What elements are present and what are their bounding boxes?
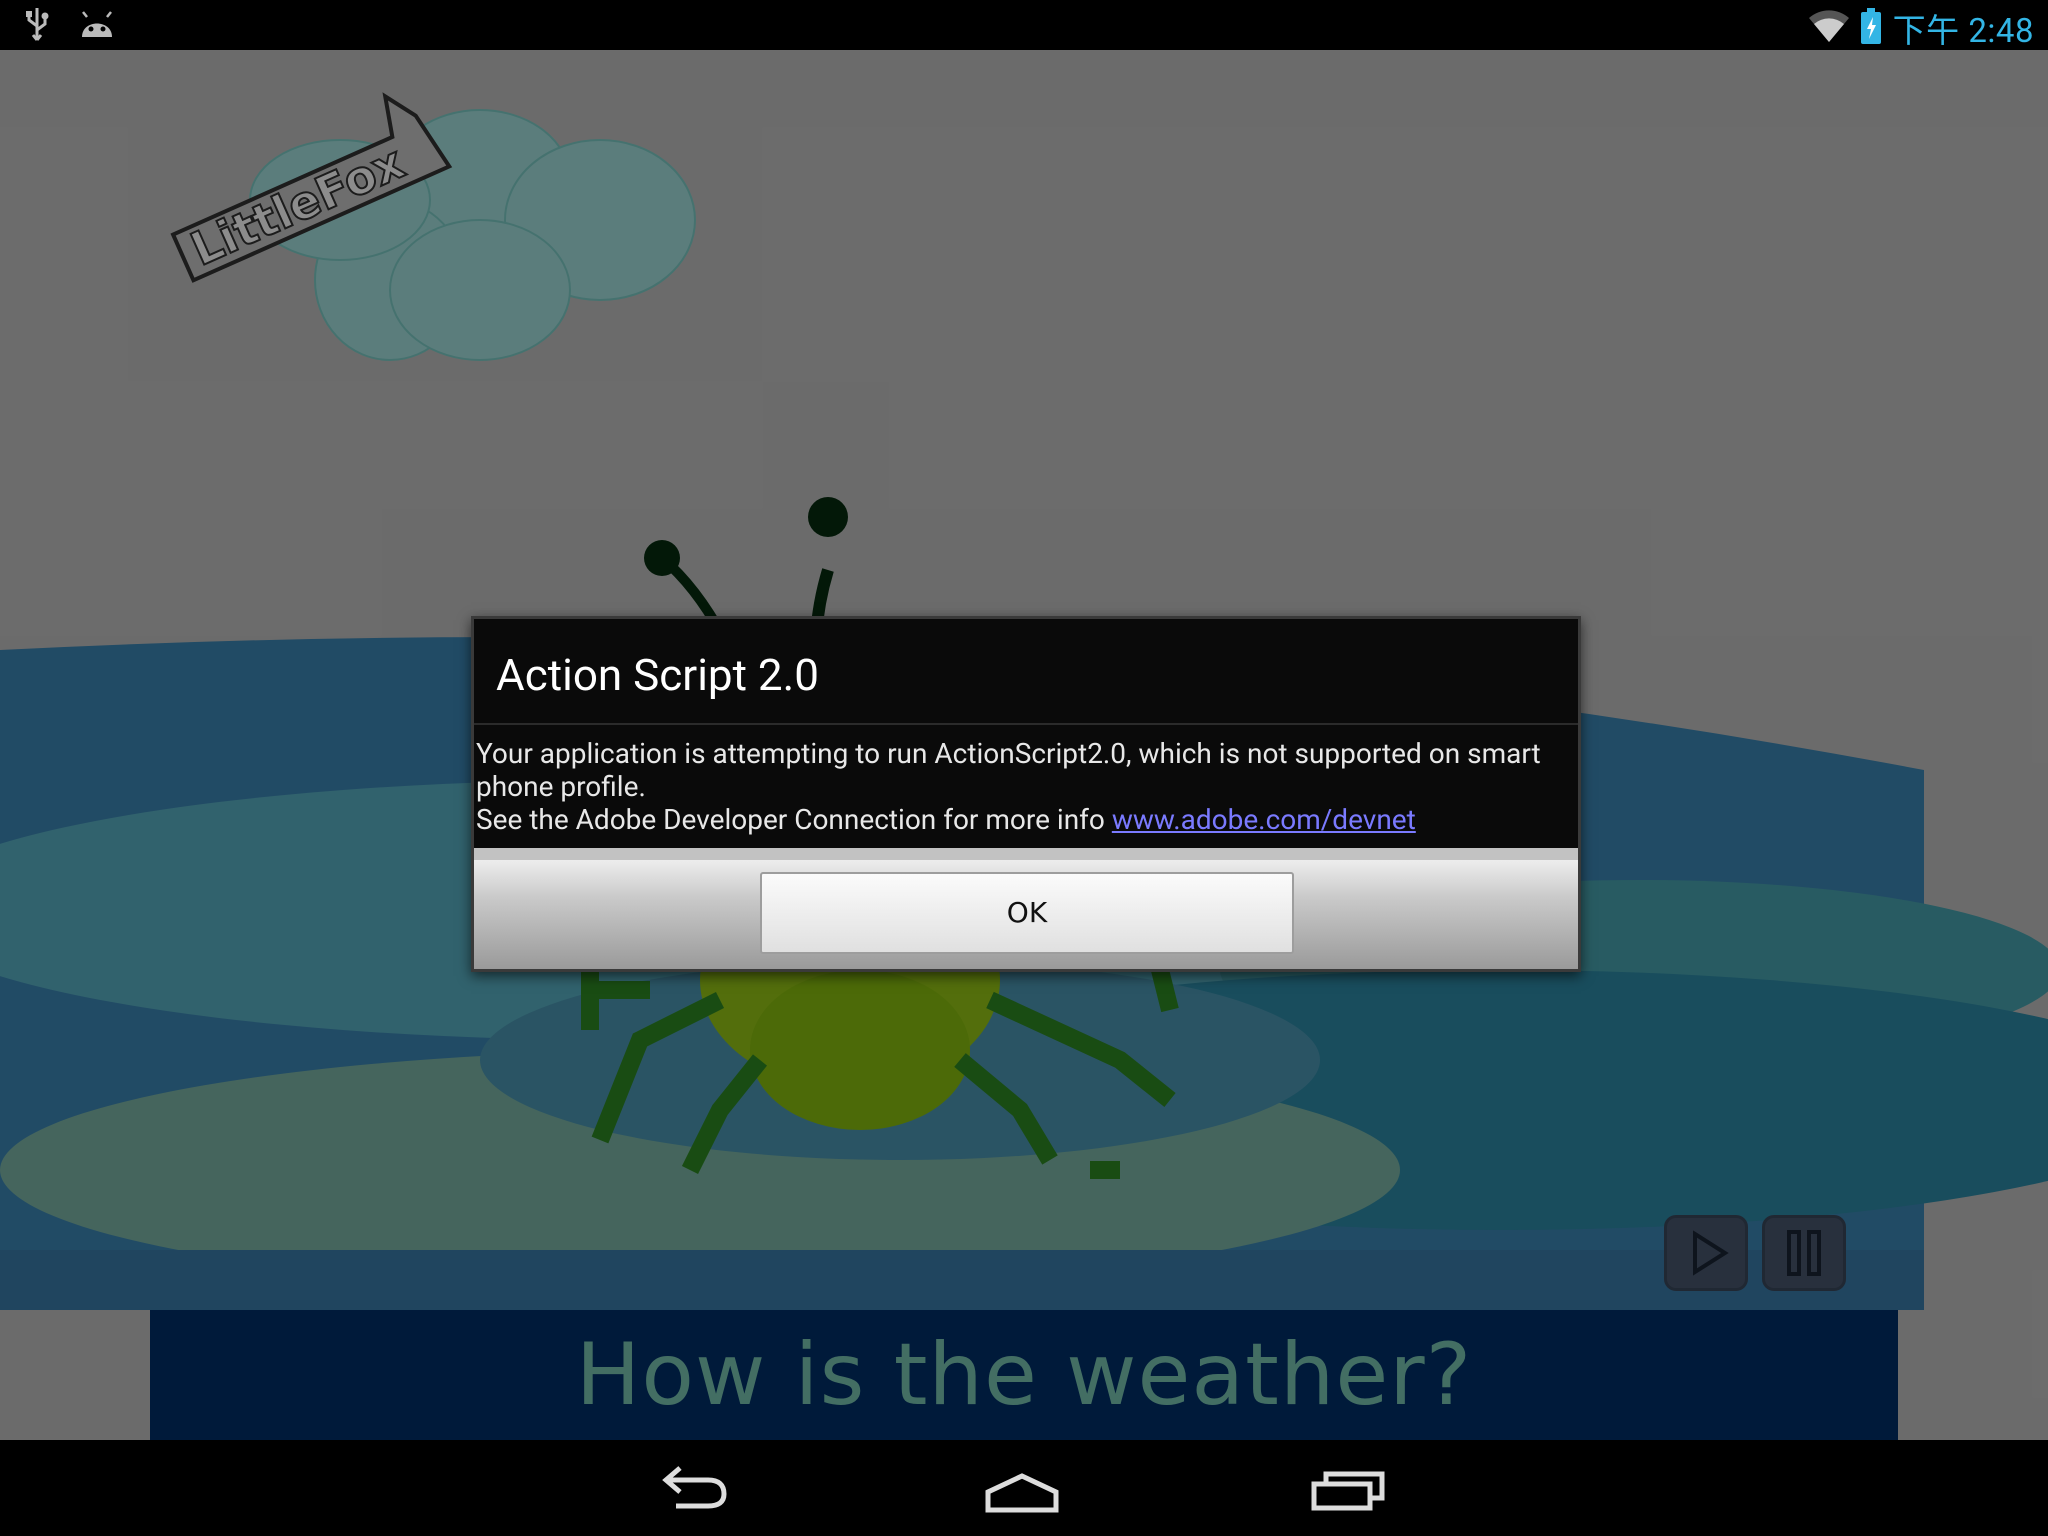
navigation-bar — [0, 1440, 2048, 1536]
alert-dialog: Action Script 2.0 Your application is at… — [471, 616, 1581, 972]
ok-button[interactable]: OK — [760, 872, 1294, 954]
recents-icon — [1311, 1471, 1385, 1511]
dialog-message-prefix: See the Adobe Developer Connection for m… — [476, 803, 1112, 836]
dialog-title-divider — [474, 723, 1578, 725]
battery-charging-icon — [1859, 7, 1883, 49]
dialog-message-line1: Your application is attempting to run Ac… — [476, 737, 1541, 803]
devnet-link[interactable]: www.adobe.com/devnet — [1112, 803, 1416, 836]
android-debug-icon — [78, 11, 116, 43]
wifi-icon — [1808, 8, 1849, 48]
dialog-message-line2: See the Adobe Developer Connection for m… — [476, 803, 1572, 836]
home-icon — [985, 1473, 1059, 1513]
app-content: LittleFox How is the weather? Action Scr… — [0, 50, 2048, 1440]
dialog-message: Your application is attempting to run Ac… — [476, 737, 1572, 836]
recents-button[interactable] — [1298, 1458, 1398, 1518]
clock: 下午 2:48 — [1892, 12, 2034, 51]
dialog-button-bar: OK — [474, 848, 1578, 969]
usb-icon — [24, 6, 50, 48]
back-icon — [662, 1466, 727, 1509]
home-button[interactable] — [972, 1458, 1072, 1518]
status-bar: 下午 2:48 — [0, 0, 2048, 51]
dialog-title: Action Script 2.0 — [496, 649, 819, 701]
back-button[interactable] — [646, 1458, 746, 1518]
